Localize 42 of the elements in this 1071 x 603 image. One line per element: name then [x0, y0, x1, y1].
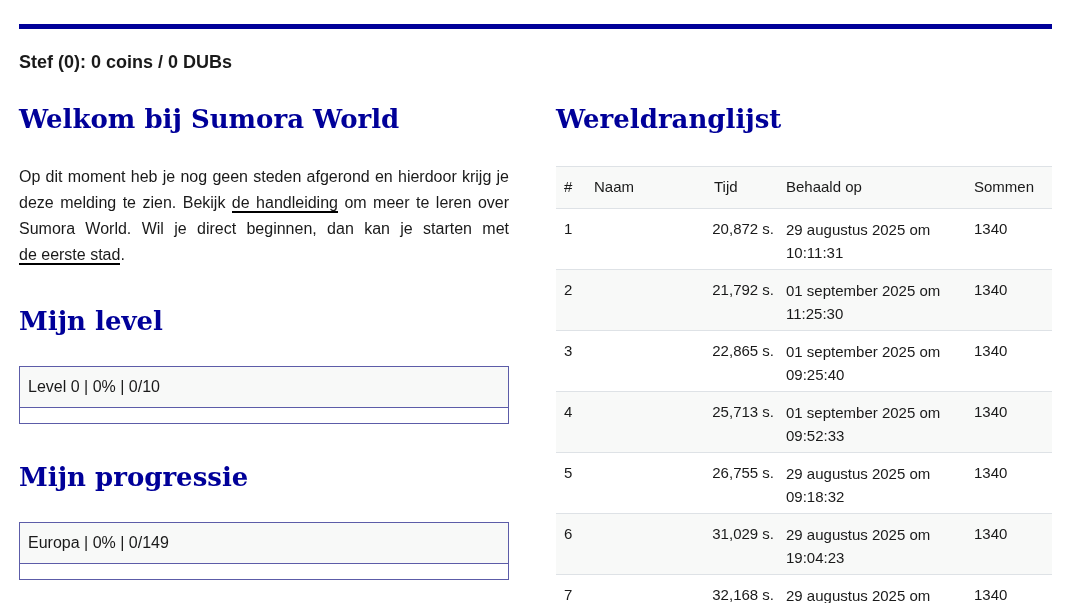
table-cell: 01 september 2025 om 09:25:40: [786, 343, 941, 383]
table-cell: 6: [564, 525, 573, 542]
section-heading: Welkom bij Sumora World: [19, 103, 400, 136]
table-cell: 2: [564, 281, 573, 298]
table-cell: 32,168 s.: [712, 586, 774, 603]
table-cell: 4: [564, 403, 573, 420]
table-cell: 1: [564, 220, 573, 237]
table-cell: 20,872 s.: [712, 220, 774, 237]
table-cell: 7: [564, 586, 573, 603]
table-cell: 1340: [974, 403, 1008, 420]
text-link[interactable]: de handleiding: [231, 194, 338, 213]
table-cell: 01 september 2025 om 09:52:33: [786, 404, 941, 444]
text-link[interactable]: de eerste stad: [19, 246, 121, 265]
table-cell: 29 augustus 2025 om 19:04:23: [786, 526, 931, 566]
table-cell: 1340: [974, 281, 1008, 298]
section-heading: Wereldranglijst: [556, 103, 782, 136]
table-cell: 29 augustus 2025 om 10:11:31: [786, 221, 931, 261]
table-cell: 3: [564, 342, 573, 359]
table-cell: 29 augustus 2025 om 09:18:32: [786, 465, 931, 505]
table-cell: 25,713 s.: [712, 403, 774, 420]
column-header: Behaald op: [786, 178, 862, 196]
column-header: Naam: [594, 178, 634, 196]
column-header: #: [564, 178, 573, 196]
table-cell: 1340: [974, 464, 1008, 481]
progress-label: Europa | 0% | 0/149: [28, 533, 169, 553]
section-heading: Mijn level: [19, 305, 163, 338]
table-cell: 5: [564, 464, 573, 481]
table-cell: 26,755 s.: [712, 464, 774, 481]
table-cell: 31,029 s.: [712, 525, 774, 542]
user-status: Stef (0): 0 coins / 0 DUBs: [19, 51, 233, 74]
table-cell: 22,865 s.: [712, 342, 774, 359]
section-heading: Mijn progressie: [19, 461, 249, 494]
progress-label: Level 0 | 0% | 0/10: [28, 377, 160, 397]
column-header: Tijd: [714, 178, 738, 196]
intro-paragraph: Op dit moment heb je nog geen steden afgerond en hierdoor krijg je deze melding te zien. Bekijk de handleiding om meer te leren over Sumora World. Wil je direct beginnen, dan kan je starten met de eerste stad.: [19, 167, 509, 267]
table-cell: 1340: [974, 525, 1008, 542]
table-cell: 1340: [974, 220, 1008, 237]
table-cell: 01 september 2025 om 11:25:30: [786, 282, 941, 322]
table-cell: 1340: [974, 342, 1008, 359]
table-cell: 21,792 s.: [712, 281, 774, 298]
table-cell: 1340: [974, 586, 1008, 603]
column-header: Sommen: [974, 178, 1035, 196]
